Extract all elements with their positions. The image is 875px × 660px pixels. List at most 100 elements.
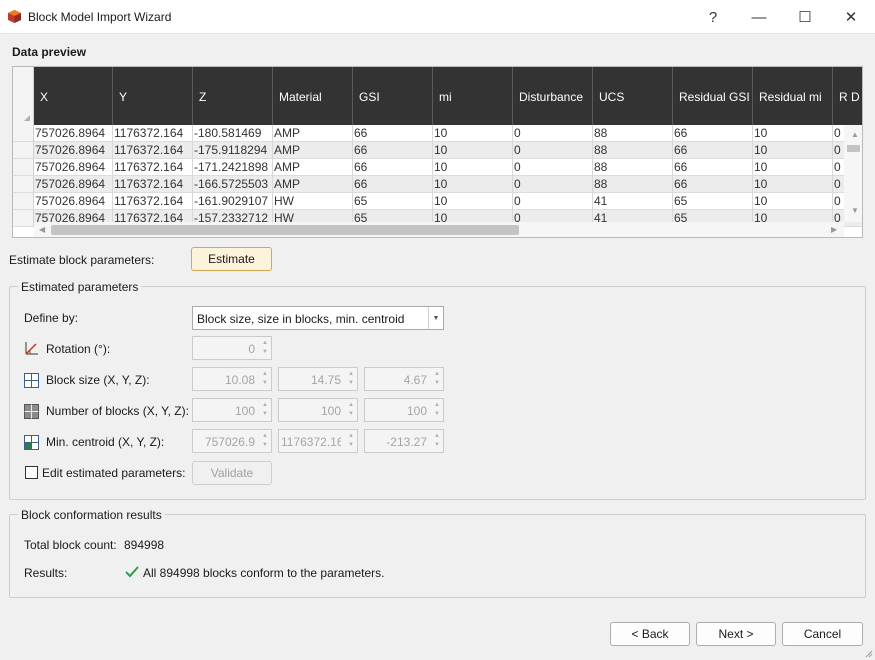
table-cell[interactable]: 88: [593, 125, 673, 142]
column-header[interactable]: Residual GSI: [673, 67, 753, 125]
table-cell[interactable]: 88: [593, 142, 673, 159]
table-cell[interactable]: 88: [593, 176, 673, 193]
min-centroid-x-input[interactable]: 757026.9 ▲ ▼: [192, 429, 272, 453]
column-header[interactable]: X: [34, 67, 113, 125]
spin-up-icon[interactable]: ▲: [434, 433, 440, 439]
vertical-scroll-thumb[interactable]: [847, 145, 860, 152]
spin-up-icon[interactable]: ▲: [262, 402, 268, 408]
table-cell[interactable]: 0: [513, 159, 593, 176]
spin-down-icon[interactable]: ▼: [348, 411, 354, 417]
table-cell[interactable]: 1176372.164: [113, 176, 193, 193]
block-size-z-input[interactable]: 4.67 ▲ ▼: [364, 367, 444, 391]
column-header[interactable]: Disturbance: [513, 67, 593, 125]
minimize-button[interactable]: —: [736, 0, 782, 34]
table-cell[interactable]: 757026.8964: [34, 176, 113, 193]
table-cell[interactable]: 10: [433, 176, 513, 193]
validate-button[interactable]: Validate: [192, 461, 272, 485]
table-cell[interactable]: 1176372.164: [113, 125, 193, 142]
row-header[interactable]: [13, 193, 34, 210]
table-cell[interactable]: -161.9029107: [193, 193, 273, 210]
table-cell[interactable]: 1176372.164: [113, 142, 193, 159]
spin-up-icon[interactable]: ▲: [348, 402, 354, 408]
spin-up-icon[interactable]: ▲: [348, 371, 354, 377]
table-cell[interactable]: -171.2421898: [193, 159, 273, 176]
grid-corner[interactable]: [13, 67, 34, 125]
table-cell[interactable]: 65: [673, 193, 753, 210]
block-size-y-input[interactable]: 14.75 ▲ ▼: [278, 367, 358, 391]
table-cell[interactable]: 1176372.164: [113, 193, 193, 210]
table-cell[interactable]: -175.9118294: [193, 142, 273, 159]
table-cell[interactable]: 10: [753, 193, 833, 210]
row-header[interactable]: [13, 125, 34, 142]
table-cell[interactable]: HW: [273, 193, 353, 210]
spin-up-icon[interactable]: ▲: [434, 371, 440, 377]
column-header[interactable]: mi: [433, 67, 513, 125]
spin-down-icon[interactable]: ▼: [262, 411, 268, 417]
table-cell[interactable]: -180.581469: [193, 125, 273, 142]
table-cell[interactable]: 10: [753, 176, 833, 193]
table-cell[interactable]: 757026.8964: [34, 142, 113, 159]
table-cell[interactable]: 757026.8964: [34, 125, 113, 142]
table-cell[interactable]: 10: [433, 142, 513, 159]
row-header[interactable]: [13, 210, 34, 227]
spin-down-icon[interactable]: ▼: [348, 442, 354, 448]
table-cell[interactable]: 10: [753, 142, 833, 159]
table-cell[interactable]: 10: [433, 159, 513, 176]
spin-down-icon[interactable]: ▼: [434, 442, 440, 448]
table-cell[interactable]: 10: [433, 193, 513, 210]
column-header[interactable]: Z: [193, 67, 273, 125]
table-cell[interactable]: AMP: [273, 159, 353, 176]
block-size-x-input[interactable]: 10.08 ▲ ▼: [192, 367, 272, 391]
table-cell[interactable]: 0: [513, 193, 593, 210]
spin-up-icon[interactable]: ▲: [434, 402, 440, 408]
maximize-button[interactable]: ☐: [782, 0, 828, 34]
horizontal-scroll-thumb[interactable]: [51, 225, 519, 235]
row-header[interactable]: [13, 159, 34, 176]
column-header[interactable]: UCS: [593, 67, 673, 125]
table-cell[interactable]: 10: [753, 125, 833, 142]
spin-up-icon[interactable]: ▲: [262, 371, 268, 377]
spin-down-icon[interactable]: ▼: [262, 442, 268, 448]
num-blocks-z-input[interactable]: 100 ▲ ▼: [364, 398, 444, 422]
table-cell[interactable]: 66: [673, 176, 753, 193]
table-cell[interactable]: 66: [353, 176, 433, 193]
table-cell[interactable]: 10: [753, 159, 833, 176]
table-cell[interactable]: 88: [593, 159, 673, 176]
table-cell[interactable]: 66: [353, 142, 433, 159]
min-centroid-y-input[interactable]: 1176372.16 ▲ ▼: [278, 429, 358, 453]
spin-down-icon[interactable]: ▼: [262, 380, 268, 386]
data-preview-grid[interactable]: X Y Z Material GSI mi Disturbance UCS Residual G…: [12, 66, 863, 238]
spin-down-icon[interactable]: ▼: [262, 349, 268, 355]
table-cell[interactable]: 1176372.164: [113, 159, 193, 176]
column-header[interactable]: R D: [833, 67, 862, 125]
table-cell[interactable]: 65: [353, 193, 433, 210]
table-cell[interactable]: 10: [433, 125, 513, 142]
cancel-button[interactable]: Cancel: [782, 622, 863, 646]
close-button[interactable]: ✕: [828, 0, 874, 34]
resize-grip-icon[interactable]: [863, 648, 873, 658]
spin-down-icon[interactable]: ▼: [434, 411, 440, 417]
min-centroid-z-input[interactable]: -213.27 ▲ ▼: [364, 429, 444, 453]
table-cell[interactable]: AMP: [273, 125, 353, 142]
scroll-down-icon[interactable]: ▼: [851, 206, 859, 215]
table-cell[interactable]: 66: [353, 159, 433, 176]
scroll-left-icon[interactable]: ◀: [39, 225, 45, 234]
column-header[interactable]: Residual mi: [753, 67, 833, 125]
table-cell[interactable]: AMP: [273, 176, 353, 193]
table-cell[interactable]: 757026.8964: [34, 193, 113, 210]
table-cell[interactable]: AMP: [273, 142, 353, 159]
spin-up-icon[interactable]: ▲: [262, 433, 268, 439]
row-header[interactable]: [13, 142, 34, 159]
back-button[interactable]: < Back: [610, 622, 690, 646]
define-by-dropdown[interactable]: Block size, size in blocks, min. centroi…: [192, 306, 444, 330]
next-button[interactable]: Next >: [696, 622, 776, 646]
table-cell[interactable]: 0: [513, 176, 593, 193]
scroll-up-icon[interactable]: ▲: [851, 130, 859, 139]
table-cell[interactable]: 66: [673, 125, 753, 142]
column-header[interactable]: GSI: [353, 67, 433, 125]
rotation-input[interactable]: 0 ▲ ▼: [192, 336, 272, 360]
edit-parameters-checkbox[interactable]: [25, 466, 38, 479]
table-cell[interactable]: 0: [513, 142, 593, 159]
estimate-button[interactable]: Estimate: [191, 247, 272, 271]
num-blocks-x-input[interactable]: 100 ▲ ▼: [192, 398, 272, 422]
